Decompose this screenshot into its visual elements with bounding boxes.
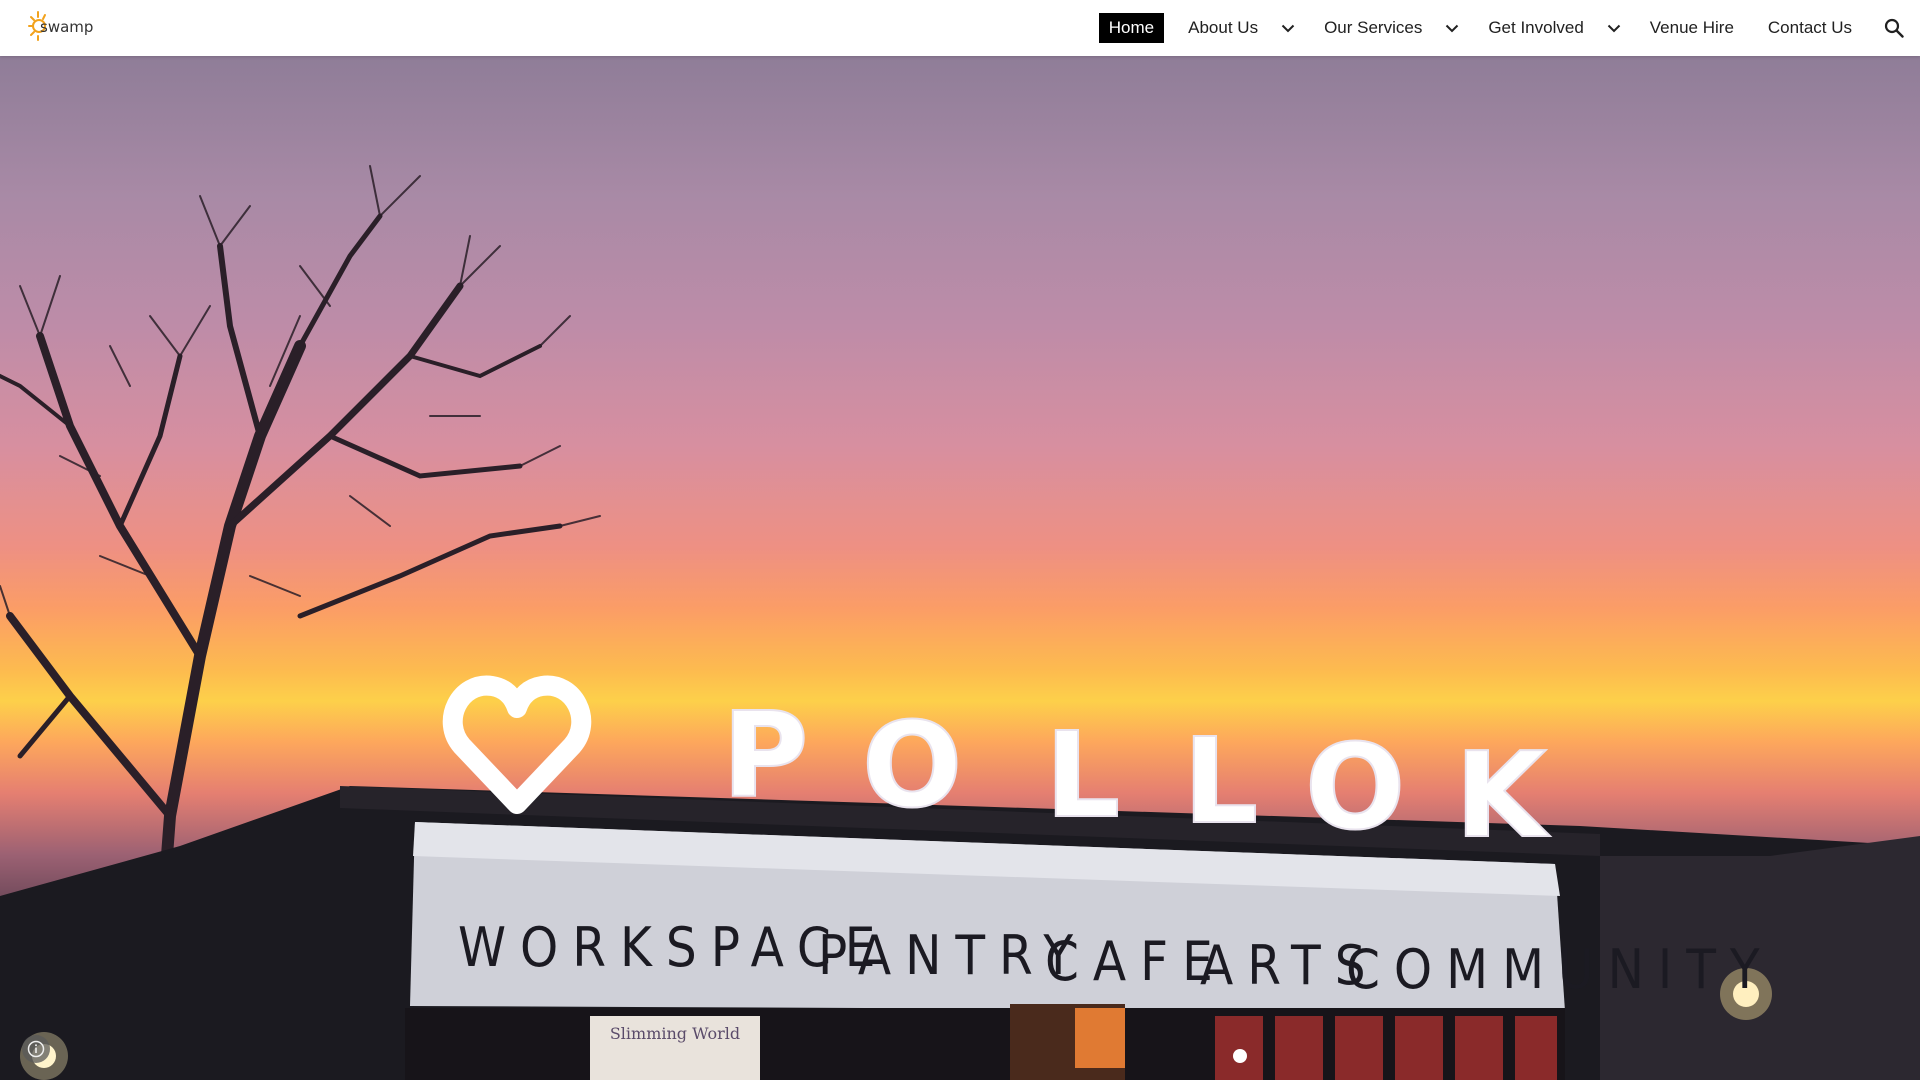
our-services-expand-button[interactable] (1438, 14, 1466, 42)
nav-link-venue-hire[interactable]: Venue Hire (1640, 13, 1744, 43)
search-button[interactable] (1874, 0, 1914, 56)
sign-letter-o2: O (1305, 718, 1405, 856)
nav-link-contact-us[interactable]: Contact Us (1758, 13, 1862, 43)
nav-item-venue-hire[interactable]: Venue Hire (1640, 0, 1744, 56)
heart-icon (442, 675, 592, 814)
banner-text: Slimming World (610, 1024, 740, 1043)
get-involved-expand-button[interactable] (1600, 14, 1628, 42)
nav-link-about-us[interactable]: About Us (1178, 13, 1268, 43)
facade-word-community: COMMUNITY (1346, 938, 1774, 1001)
nav-item-home[interactable]: Home (1098, 0, 1165, 56)
sign-letter-l1: L (1045, 706, 1120, 844)
sign-letter-k: K (1455, 726, 1551, 864)
logo-text: swamp (40, 18, 93, 36)
chevron-down-icon (1446, 24, 1459, 32)
sun-logo-icon: swamp (28, 11, 93, 41)
nav-item-get-involved[interactable]: Get Involved (1478, 0, 1639, 56)
nav-link-our-services[interactable]: Our Services (1314, 13, 1432, 43)
chevron-down-icon (1607, 24, 1620, 32)
nav-item-contact-us[interactable]: Contact Us (1758, 0, 1862, 56)
site-info-button[interactable] (22, 1035, 50, 1063)
sign-letter-l2: L (1183, 712, 1258, 850)
search-icon (1884, 18, 1904, 38)
site-logo[interactable]: swamp (28, 9, 108, 45)
nav-link-home[interactable]: Home (1098, 13, 1165, 43)
about-us-expand-button[interactable] (1274, 14, 1302, 42)
site-header: swamp Home About Us Our Services Get Inv… (0, 0, 1920, 56)
nav-item-our-services[interactable]: Our Services (1314, 0, 1478, 56)
sign-letter-p: P (722, 686, 808, 824)
nav-item-about-us[interactable]: About Us (1178, 0, 1314, 56)
sign-letter-o1: O (862, 696, 962, 834)
hero-image: Slimming World WORKSPACE PANTRY CAFE ART… (0, 56, 1920, 1080)
chevron-down-icon (1281, 24, 1295, 32)
main-nav: Home About Us Our Services Get Involved … (1098, 0, 1920, 56)
info-icon (27, 1040, 45, 1058)
nav-link-get-involved[interactable]: Get Involved (1478, 13, 1593, 43)
hero-scene: Slimming World WORKSPACE PANTRY CAFE ART… (0, 165, 1920, 1080)
